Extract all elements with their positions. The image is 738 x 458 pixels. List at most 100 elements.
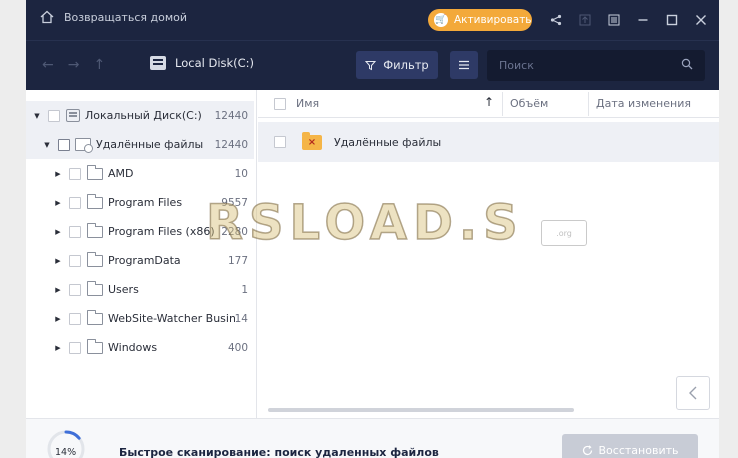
search-input[interactable] (499, 59, 681, 72)
recover-button[interactable]: Восстановить (562, 434, 698, 458)
folder-icon (87, 280, 103, 296)
expand-caret-icon[interactable]: ▶ (53, 228, 63, 236)
activate-button[interactable]: 🛒 Активировать (428, 9, 532, 31)
collapse-preview-button[interactable] (676, 376, 710, 410)
tree-item-label: Program Files (x86) (108, 225, 215, 238)
tree-item-count: 12440 (214, 109, 248, 122)
tree-checkbox[interactable] (69, 167, 81, 180)
column-divider[interactable] (502, 92, 503, 116)
tree-checkbox[interactable] (69, 312, 81, 325)
forward-arrow-icon[interactable]: → (68, 57, 80, 73)
tree-item-count: 1 (241, 283, 248, 296)
status-bar: 14% Быстрое сканирование: поиск удаленны… (26, 418, 719, 458)
tree-item-amd[interactable]: ▶ AMD 10 (26, 159, 254, 188)
filter-button[interactable]: Фильтр (356, 51, 438, 79)
tree-deleted-item[interactable]: ▼ Удалённые файлы 12440 (26, 130, 254, 159)
expand-caret-icon[interactable]: ▶ (53, 199, 63, 207)
tree-item-count: 12440 (214, 138, 248, 151)
horizontal-scrollbar[interactable] (268, 408, 574, 412)
watermark-badge: .org (541, 220, 587, 246)
tree-item-programdata[interactable]: ▶ ProgramData 177 (26, 246, 254, 275)
app-window: Возвращаться домой 🛒 Активировать ← → ↑ … (26, 0, 719, 458)
search-icon[interactable] (681, 58, 693, 73)
screen: Возвращаться домой 🛒 Активировать ← → ↑ … (0, 0, 738, 458)
minimize-icon[interactable] (628, 11, 657, 29)
tree-item-count: 14 (234, 312, 248, 325)
menu-icon[interactable] (599, 11, 628, 29)
tree-item-label: ProgramData (108, 254, 181, 267)
funnel-icon (365, 60, 377, 70)
tree-item-count: 9557 (221, 196, 248, 209)
folder-icon (87, 164, 103, 180)
folder-icon (87, 309, 103, 325)
tree-item-count: 177 (227, 254, 248, 267)
disk-icon (66, 109, 80, 122)
tree-checkbox[interactable] (69, 341, 81, 354)
column-size[interactable]: Объём (510, 97, 548, 110)
activate-label: Активировать (454, 14, 532, 26)
tree-item-program-files-x86[interactable]: ▶ Program Files (x86) 2280 (26, 217, 254, 246)
tree-checkbox[interactable] (69, 225, 81, 238)
deleted-folder-icon: × (302, 131, 322, 150)
file-list: Имя ↑ Объём Дата изменения × Удалённые ф… (258, 90, 719, 418)
view-menu-button[interactable] (450, 51, 478, 79)
expand-caret-icon[interactable]: ▼ (42, 141, 52, 149)
tree-item-label: Локальный Диск(C:) (85, 109, 202, 122)
share-icon[interactable] (541, 11, 570, 29)
select-all-checkbox[interactable] (274, 97, 286, 110)
tree-checkbox[interactable] (69, 283, 81, 296)
home-button[interactable]: Возвращаться домой (40, 10, 187, 24)
tree-item-program-files[interactable]: ▶ Program Files 9557 (26, 188, 254, 217)
tree-item-label: Удалённые файлы (96, 138, 204, 151)
tree-item-label: AMD (108, 167, 134, 180)
close-icon[interactable] (686, 11, 715, 29)
column-divider[interactable] (588, 92, 589, 116)
column-date-modified[interactable]: Дата изменения (596, 97, 691, 110)
expand-caret-icon[interactable]: ▶ (53, 170, 63, 178)
folder-icon (87, 251, 103, 267)
tree-item-website-watcher[interactable]: ▶ WebSite-Watcher Busin… 14 (26, 304, 254, 333)
tree-item-users[interactable]: ▶ Users 1 (26, 275, 254, 304)
toolbar: ← → ↑ Local Disk(C:) Фильтр (26, 40, 719, 90)
tree-item-label: Windows (108, 341, 158, 354)
tree-checkbox[interactable] (69, 196, 81, 209)
titlebar: Возвращаться домой 🛒 Активировать (26, 0, 719, 40)
tree-item-count: 400 (227, 341, 248, 354)
expand-caret-icon[interactable]: ▶ (53, 257, 63, 265)
cart-icon: 🛒 (434, 13, 448, 27)
list-item[interactable]: × Удалённые файлы (258, 122, 719, 162)
folder-tree: ▼ Локальный Диск(C:) 12440 ▼ Удалённые ф… (26, 90, 257, 418)
recover-label: Восстановить (598, 443, 679, 457)
up-arrow-icon[interactable]: ↑ (93, 57, 105, 73)
deleted-files-icon (75, 138, 93, 153)
expand-caret-icon[interactable]: ▶ (53, 315, 63, 323)
tree-item-windows[interactable]: ▶ Windows 400 (26, 333, 254, 362)
column-name[interactable]: Имя (296, 97, 319, 110)
sort-ascending-icon[interactable]: ↑ (484, 95, 494, 109)
tree-checkbox[interactable] (48, 109, 60, 122)
refresh-icon (582, 444, 592, 455)
back-arrow-icon[interactable]: ← (42, 57, 54, 73)
window-controls (541, 11, 715, 29)
row-checkbox[interactable] (274, 136, 286, 148)
tree-item-count: 2280 (221, 225, 248, 238)
expand-caret-icon[interactable]: ▶ (53, 286, 63, 294)
tree-item-count: 10 (234, 167, 248, 180)
navigation-arrows: ← → ↑ (42, 57, 105, 73)
tree-checkbox[interactable] (58, 138, 70, 151)
progress-percent: 14% (55, 447, 77, 458)
list-item-name: Удалённые файлы (334, 135, 442, 149)
list-header: Имя ↑ Объём Дата изменения (258, 90, 719, 118)
list-view-icon (459, 60, 469, 70)
tree-item-label: Users (108, 283, 139, 296)
chevron-left-icon (689, 386, 697, 400)
expand-caret-icon[interactable]: ▼ (32, 112, 42, 120)
folder-icon (87, 338, 103, 354)
expand-caret-icon[interactable]: ▶ (53, 344, 63, 352)
home-label: Возвращаться домой (64, 10, 187, 24)
tree-checkbox[interactable] (69, 254, 81, 267)
upload-icon[interactable] (570, 11, 599, 29)
maximize-icon[interactable] (657, 11, 686, 29)
tree-root-item[interactable]: ▼ Локальный Диск(C:) 12440 (26, 101, 254, 130)
folder-icon (87, 193, 103, 209)
